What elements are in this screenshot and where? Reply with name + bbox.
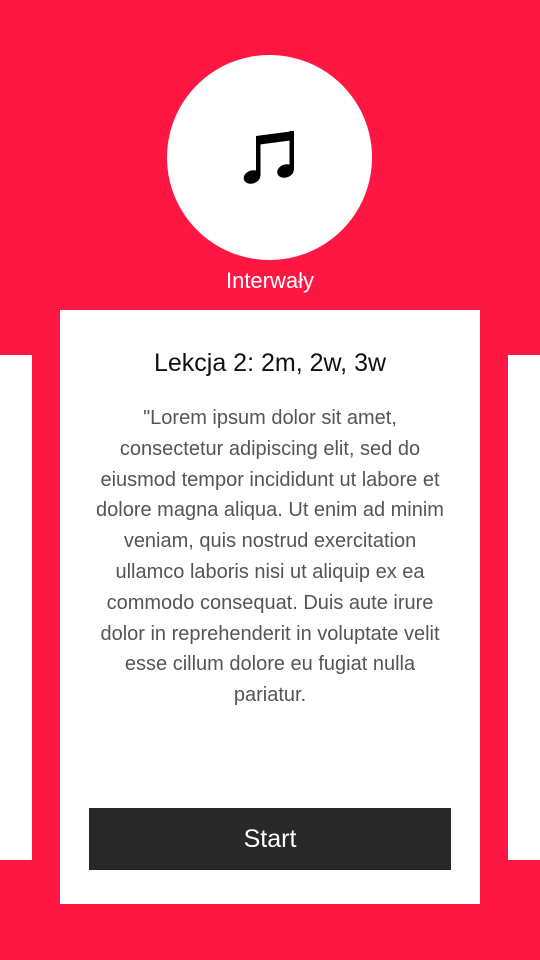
lesson-title: Lekcja 2: 2m, 2w, 3w bbox=[153, 349, 387, 377]
start-button[interactable]: Start bbox=[89, 808, 451, 870]
next-lesson-card[interactable] bbox=[508, 355, 540, 860]
lesson-card: Lekcja 2: 2m, 2w, 3w "Lorem ipsum dolor … bbox=[60, 310, 480, 904]
previous-lesson-card[interactable] bbox=[0, 355, 32, 860]
lesson-description: "Lorem ipsum dolor sit amet, consectetur… bbox=[96, 407, 444, 707]
category-label: Interwały bbox=[225, 268, 315, 293]
music-note-icon bbox=[240, 128, 300, 188]
category-icon-circle bbox=[167, 55, 372, 260]
